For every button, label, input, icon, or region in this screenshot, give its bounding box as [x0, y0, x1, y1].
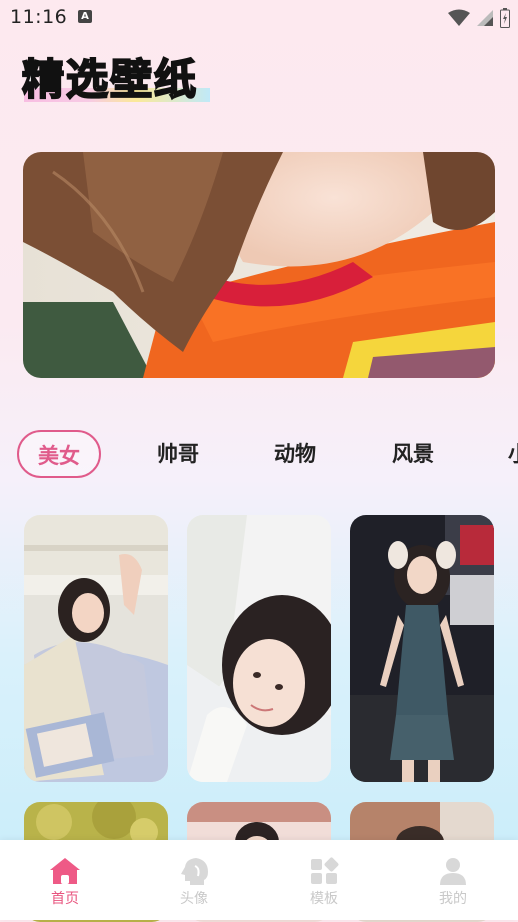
page-title: 精选壁纸: [21, 54, 199, 105]
tab-category-2[interactable]: 动物: [253, 430, 337, 478]
nav-template-label: 模板: [310, 891, 338, 907]
wallpaper-thumb[interactable]: [350, 515, 494, 782]
avatar-head-icon: [181, 858, 208, 885]
nav-home-label: 首页: [51, 891, 79, 907]
category-tabs: 美女 帅哥 动物 风景 小: [0, 430, 518, 480]
tab-category-1[interactable]: 帅哥: [136, 430, 220, 478]
wallpaper-thumb[interactable]: [24, 515, 168, 782]
wallpaper-thumb[interactable]: [187, 515, 331, 782]
status-bar: 11:16 A: [0, 0, 518, 34]
tab-category-3[interactable]: 风景: [371, 430, 455, 478]
wifi-icon: [448, 9, 470, 26]
nav-profile[interactable]: 我的: [405, 840, 501, 920]
tab-category-0[interactable]: 美女: [17, 430, 101, 478]
template-grid-icon: [311, 857, 339, 884]
wallpaper-photo: [187, 515, 331, 782]
banner-photo: [23, 152, 495, 378]
nav-template[interactable]: 模板: [276, 840, 372, 920]
nav-avatar[interactable]: 头像: [146, 840, 242, 920]
notification-icon: A: [78, 10, 92, 23]
home-icon: [50, 858, 80, 884]
page-title-wrap: 精选壁纸: [21, 54, 222, 110]
bottom-nav: 首页 头像 模板 我的: [0, 840, 518, 920]
featured-banner[interactable]: [23, 152, 495, 378]
status-icons: [448, 8, 510, 28]
wallpaper-photo: [350, 515, 494, 782]
signal-icon: [477, 10, 493, 26]
tab-category-4[interactable]: 小: [490, 430, 518, 478]
nav-home[interactable]: 首页: [17, 840, 113, 920]
wallpaper-photo: [24, 515, 168, 782]
battery-icon: [500, 8, 510, 28]
status-time: 11:16: [10, 6, 68, 28]
nav-avatar-label: 头像: [180, 891, 208, 907]
nav-profile-label: 我的: [439, 891, 467, 907]
profile-icon: [440, 858, 466, 885]
